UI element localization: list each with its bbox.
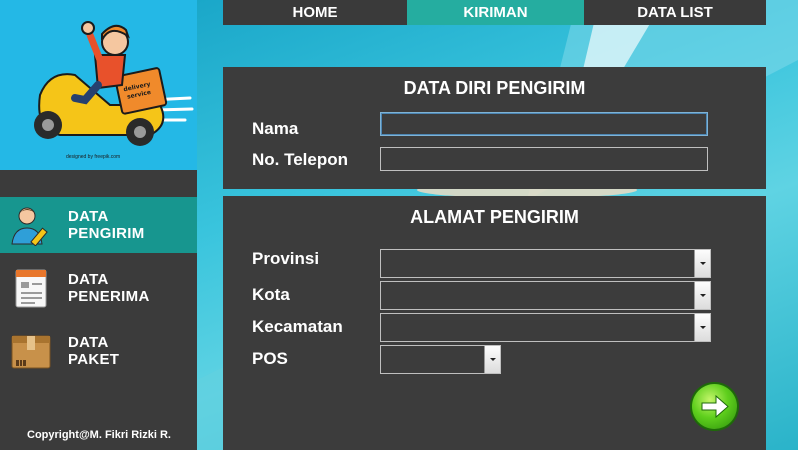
pos-label: POS	[252, 349, 288, 368]
panel-title: DATA DIRI PENGIRIM	[403, 78, 586, 98]
delivery-scooter-illustration: delivery service	[34, 21, 194, 146]
telepon-label: No. Telepon	[252, 150, 349, 169]
sidebar-item-label: DATA PENERIMA	[68, 271, 150, 305]
kota-label: Kota	[252, 285, 290, 304]
user-edit-icon	[11, 207, 48, 246]
sidebar-item-label: DATA PENGIRIM	[68, 208, 145, 242]
chevron-down-icon[interactable]	[694, 250, 710, 277]
kota-select[interactable]	[380, 281, 711, 310]
next-button[interactable]	[692, 384, 737, 429]
arrow-right-icon	[701, 394, 729, 419]
nama-input[interactable]	[380, 112, 708, 136]
chevron-down-icon[interactable]	[694, 282, 710, 309]
document-list-icon	[15, 269, 47, 308]
sidebar-item-data-paket[interactable]: DATA PAKET	[0, 323, 197, 379]
kecamatan-label: Kecamatan	[252, 317, 343, 336]
tab-data-list[interactable]: DATA LIST	[584, 0, 766, 25]
illustration-credit: designed by freepik.com	[66, 154, 121, 160]
kecamatan-select[interactable]	[380, 313, 711, 342]
nama-label: Nama	[252, 119, 299, 138]
provinsi-label: Provinsi	[252, 249, 320, 268]
copyright-text: Copyright@M. Fikri Rizki R.	[27, 429, 171, 441]
provinsi-select[interactable]	[380, 249, 711, 278]
hero-illustration: delivery service designed by freepik.com	[0, 0, 197, 170]
pos-select[interactable]	[380, 345, 501, 374]
sidebar-item-data-penerima[interactable]: DATA PENERIMA	[0, 260, 197, 316]
sidebar-item-label: DATA PAKET	[68, 334, 120, 368]
alamat-panel: ALAMAT PENGIRIM Provinsi Kota Kecamatan …	[223, 196, 766, 450]
sidebar-item-data-pengirim[interactable]: DATA PENGIRIM	[0, 197, 197, 253]
tab-kiriman[interactable]: KIRIMAN	[407, 0, 584, 25]
top-nav: HOME KIRIMAN DATA LIST	[223, 0, 766, 25]
tab-home[interactable]: HOME	[223, 0, 407, 25]
telepon-input[interactable]	[380, 147, 708, 171]
data-diri-panel: DATA DIRI PENGIRIM Nama No. Telepon	[223, 67, 766, 189]
panel-title: ALAMAT PENGIRIM	[410, 207, 579, 227]
chevron-down-icon[interactable]	[484, 346, 500, 373]
chevron-down-icon[interactable]	[694, 314, 710, 341]
sidebar: delivery service designed by freepik.com…	[0, 0, 197, 450]
package-box-icon	[11, 335, 51, 369]
